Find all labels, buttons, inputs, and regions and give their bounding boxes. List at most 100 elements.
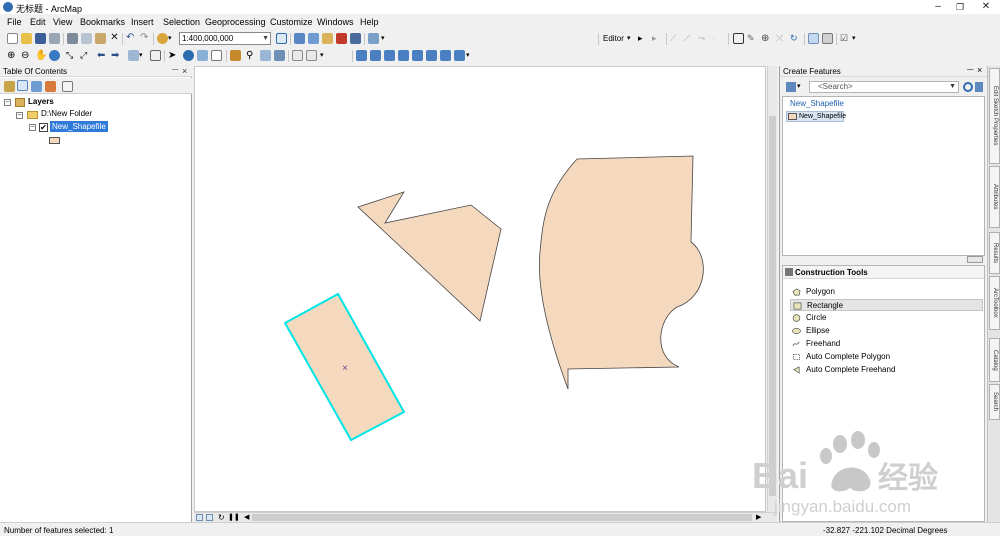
- close-icon[interactable]: ×: [977, 65, 982, 75]
- template-group-header[interactable]: New_Shapefile: [790, 99, 844, 108]
- chevron-down-icon[interactable]: ▾: [168, 33, 179, 44]
- tool-freehand[interactable]: Freehand: [790, 338, 983, 350]
- maximize-button[interactable]: ❐: [948, 0, 972, 14]
- list-by-source-icon[interactable]: [17, 80, 28, 91]
- tab-results[interactable]: Results: [989, 232, 1000, 274]
- folder-collapse-icon[interactable]: −: [16, 112, 23, 119]
- organize-templates-icon[interactable]: [786, 82, 796, 92]
- tool-polygon[interactable]: Polygon: [790, 286, 983, 298]
- splitter-handle-icon[interactable]: [967, 256, 983, 263]
- tab-attributes[interactable]: Attributes: [989, 166, 1000, 228]
- edit-tool-icon[interactable]: ▸: [638, 33, 649, 44]
- chevron-down-icon[interactable]: ▼: [949, 82, 956, 92]
- layout-tool-3-icon[interactable]: [384, 50, 395, 61]
- map-canvas[interactable]: ×: [195, 67, 766, 512]
- search-icon[interactable]: [963, 82, 973, 92]
- minimize-button[interactable]: –: [926, 0, 950, 14]
- hyperlink-icon[interactable]: [260, 50, 271, 61]
- go-forward-icon[interactable]: ➡: [111, 50, 122, 61]
- pin-icon[interactable]: 𝄖: [967, 66, 973, 76]
- measure-icon[interactable]: [230, 50, 241, 61]
- catalog-icon[interactable]: [322, 33, 333, 44]
- layer-name-selected[interactable]: New_Shapefile: [50, 121, 108, 132]
- split-tool-icon[interactable]: ⤫: [776, 33, 787, 44]
- delete-icon[interactable]: ✕: [109, 33, 120, 44]
- polygon-feature-triangle[interactable]: [357, 191, 502, 322]
- cut-icon[interactable]: [67, 33, 78, 44]
- find-icon[interactable]: [197, 50, 208, 61]
- print-icon[interactable]: [49, 33, 60, 44]
- redo-icon[interactable]: ↷: [140, 33, 151, 44]
- add-data-icon[interactable]: [157, 33, 168, 44]
- toolbar-options-icon[interactable]: ▾: [466, 50, 477, 61]
- pin-icon[interactable]: 𝄖: [172, 66, 178, 76]
- zoom-in-icon[interactable]: ⊕: [7, 50, 18, 61]
- menu-windows[interactable]: Windows: [317, 17, 354, 27]
- menu-geoprocessing[interactable]: Geoprocessing: [205, 17, 266, 27]
- editor-dropdown-icon[interactable]: ▾: [627, 33, 638, 44]
- copy-icon[interactable]: [81, 33, 92, 44]
- editor-toolbar-toggle-icon[interactable]: [276, 33, 287, 44]
- scroll-thumb[interactable]: [252, 514, 752, 521]
- trace-icon[interactable]: ⤳: [698, 33, 709, 44]
- refresh-icon[interactable]: ↻: [218, 513, 225, 522]
- list-by-drawing-order-icon[interactable]: [4, 81, 15, 92]
- map-display[interactable]: ×: [194, 66, 766, 512]
- point-icon[interactable]: ·: [712, 33, 723, 44]
- straight-segment-icon[interactable]: ⟋: [670, 33, 681, 44]
- swipe-icon[interactable]: [306, 50, 317, 61]
- layout-view-icon[interactable]: [206, 514, 213, 521]
- toc-options-icon[interactable]: [62, 81, 73, 92]
- data-view-icon[interactable]: [196, 514, 203, 521]
- rotate-tool-icon[interactable]: ↻: [790, 33, 801, 44]
- template-view-icon[interactable]: [975, 82, 983, 92]
- layout-tool-7-icon[interactable]: [440, 50, 451, 61]
- create-features-icon[interactable]: ☑: [840, 33, 851, 44]
- identify-icon[interactable]: [183, 50, 194, 61]
- save-icon[interactable]: [35, 33, 46, 44]
- chevron-down-icon[interactable]: ▾: [139, 50, 150, 61]
- chevron-down-icon[interactable]: ▾: [797, 82, 801, 90]
- menu-selection[interactable]: Selection: [163, 17, 200, 27]
- tab-catalog[interactable]: Catalog: [989, 338, 1000, 382]
- template-item-selected[interactable]: New_Shapefile: [786, 111, 846, 122]
- splitter[interactable]: [782, 256, 985, 263]
- clear-selection-icon[interactable]: [150, 50, 161, 61]
- pause-drawing-icon[interactable]: ❚❚: [228, 513, 240, 521]
- scroll-left-icon[interactable]: ◀: [244, 513, 249, 521]
- layout-tool-8-icon[interactable]: [454, 50, 465, 61]
- create-viewer-window-icon[interactable]: [292, 50, 303, 61]
- tool-auto-complete-freehand[interactable]: Auto Complete Freehand: [790, 364, 983, 376]
- edit-annotation-icon[interactable]: ▸: [652, 33, 663, 44]
- go-back-icon[interactable]: ⬅: [97, 50, 108, 61]
- menu-edit[interactable]: Edit: [30, 17, 46, 27]
- arctoolbox-icon[interactable]: [336, 33, 347, 44]
- close-icon[interactable]: ×: [182, 66, 187, 76]
- menu-insert[interactable]: Insert: [131, 17, 154, 27]
- menu-bookmarks[interactable]: Bookmarks: [80, 17, 125, 27]
- menu-file[interactable]: File: [7, 17, 22, 27]
- folder-path-label[interactable]: D:\New Folder: [41, 109, 92, 118]
- layers-label[interactable]: Layers: [28, 97, 54, 106]
- binoculars-icon[interactable]: ⚲: [246, 50, 257, 61]
- menu-customize[interactable]: Customize: [270, 17, 313, 27]
- template-search-input[interactable]: <Search> ▼: [809, 81, 959, 93]
- cut-polygons-icon[interactable]: ⊕: [761, 33, 772, 44]
- tool-auto-complete-polygon[interactable]: Auto Complete Polygon: [790, 351, 983, 363]
- editor-menu[interactable]: Editor: [603, 34, 624, 43]
- layout-tool-1-icon[interactable]: [356, 50, 367, 61]
- tool-circle[interactable]: Circle: [790, 312, 983, 324]
- attributes-icon[interactable]: [808, 33, 819, 44]
- menu-view[interactable]: View: [53, 17, 72, 27]
- select-elements-icon[interactable]: ➤: [168, 50, 179, 61]
- toolbar-options-icon[interactable]: ▾: [852, 33, 863, 44]
- end-point-arc-icon[interactable]: ⟋: [684, 33, 695, 44]
- pan-icon[interactable]: ✋: [35, 50, 47, 61]
- edit-vertices-icon[interactable]: [733, 33, 744, 44]
- polygon-feature-large[interactable]: [539, 155, 704, 390]
- time-slider-icon[interactable]: [274, 50, 285, 61]
- layer-collapse-icon[interactable]: −: [29, 124, 36, 131]
- layout-tool-5-icon[interactable]: [412, 50, 423, 61]
- map-scale-combobox[interactable]: 1:400,000,000 ▼: [179, 32, 271, 45]
- tool-rectangle[interactable]: Rectangle: [790, 299, 983, 311]
